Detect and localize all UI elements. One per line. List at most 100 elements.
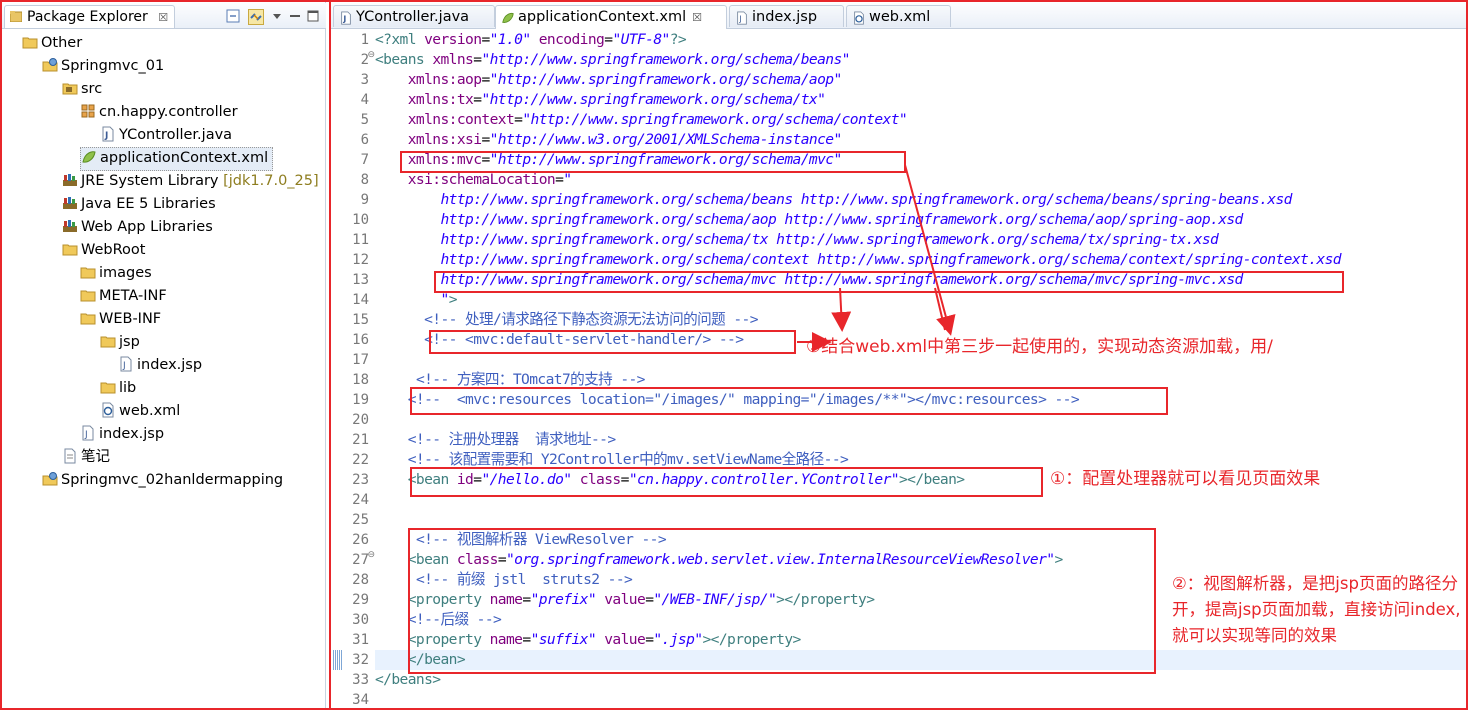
code-line: http://www.springframework.org/schema/ao… — [375, 210, 1244, 230]
code-token: <!-- 注册处理器 请求地址--> — [407, 431, 616, 448]
code-line: xmlns:aop="http://www.springframework.or… — [375, 70, 842, 90]
annotation-note-1: ①：配置处理器就可以看见页面效果 — [1050, 469, 1321, 489]
view-menu-icon[interactable] — [270, 9, 284, 23]
editor-tab[interactable]: Jindex.jsp — [729, 5, 844, 27]
line-number: 12 — [352, 252, 369, 268]
highlight-box-view-resolver — [408, 528, 1156, 674]
line-number: 9 — [360, 192, 369, 208]
tree-item-label: lib — [119, 380, 137, 396]
editor-tab[interactable]: applicationContext.xml ☒ — [495, 5, 727, 29]
tree-item[interactable]: Web App Libraries — [62, 216, 217, 238]
code-line: <beans xmlns="http://www.springframework… — [375, 50, 850, 70]
highlight-box-mvc-resources — [410, 387, 1168, 415]
tree-item[interactable]: WEB-INF — [80, 308, 165, 330]
highlight-box-default-servlet-handler — [429, 330, 796, 354]
tree-item-label: WEB-INF — [99, 311, 162, 327]
line-number: 14 — [352, 292, 369, 308]
folder-icon — [80, 287, 96, 303]
folder-icon — [80, 310, 96, 326]
jsp-file-icon: J — [118, 356, 134, 372]
code-token: http://www.springframework.org/schema/be… — [440, 191, 1293, 208]
code-token: = — [481, 131, 490, 148]
tree-item-label: Springmvc_02hanldermapping — [61, 472, 284, 488]
spring-xml-icon — [501, 10, 515, 24]
minimize-icon[interactable] — [288, 9, 302, 23]
tree-item[interactable]: Springmvc_02hanldermapping — [42, 469, 287, 491]
code-line: xsi:schemaLocation=" — [375, 170, 572, 190]
code-token: = — [481, 71, 490, 88]
line-number: 19 — [352, 392, 369, 408]
fold-toggle-icon[interactable]: ⊖ — [367, 50, 375, 60]
code-token: > — [448, 291, 458, 308]
tree-item[interactable]: Jindex.jsp — [118, 354, 206, 376]
tree-item[interactable]: Springmvc_01 — [42, 55, 168, 77]
editor-tab-label: applicationContext.xml — [518, 9, 687, 25]
tree-item[interactable]: JRE System Library [jdk1.7.0_25] — [62, 170, 323, 192]
code-token: "UTF-8" — [612, 31, 670, 48]
tree-item[interactable]: J YController.java — [100, 124, 236, 146]
svg-text:J: J — [342, 15, 346, 24]
tree-item-label: 笔记 — [81, 449, 110, 465]
package-explorer-icon — [10, 11, 22, 22]
tree-item[interactable]: META-INF — [80, 285, 171, 307]
code-token: xmlns:xsi — [407, 131, 482, 148]
line-number: 33 — [352, 672, 369, 688]
tree-item[interactable]: applicationContext.xml — [80, 147, 274, 171]
xml-file-icon — [100, 402, 116, 418]
code-token: http://www.springframework.org/schema/tx… — [440, 231, 1219, 248]
code-token: " — [563, 171, 572, 188]
maximize-icon[interactable] — [306, 9, 320, 23]
tree-item[interactable]: jsp — [100, 331, 144, 353]
tree-item-label: applicationContext.xml — [100, 150, 269, 166]
editor-tab-label: index.jsp — [752, 9, 818, 25]
editor-tab[interactable]: J YController.java — [333, 5, 495, 27]
xml-file-icon — [852, 10, 866, 25]
library-icon — [62, 195, 78, 211]
tree-item[interactable]: cn.happy.controller — [80, 101, 242, 123]
tree-item-label: Springmvc_01 — [61, 58, 165, 74]
tree-item[interactable]: 笔记 — [62, 446, 114, 468]
link-with-editor-icon[interactable] — [248, 9, 264, 25]
tree-item[interactable]: images — [80, 262, 156, 284]
code-token: ?> — [669, 31, 687, 48]
tree-item-label: cn.happy.controller — [99, 104, 238, 120]
fold-toggle-icon[interactable]: ⊖ — [367, 550, 375, 560]
annotation-frame-divider — [329, 0, 331, 710]
line-number: 1 — [360, 32, 369, 48]
tree-item-label: WebRoot — [81, 242, 146, 258]
tree-item[interactable]: lib — [100, 377, 140, 399]
tree-item[interactable]: Other — [22, 32, 86, 54]
tree-item[interactable]: src — [62, 78, 106, 100]
editor-tab[interactable]: web.xml — [846, 5, 951, 27]
line-number: 21 — [352, 432, 369, 448]
tree-item[interactable]: Jindex.jsp — [80, 423, 168, 445]
tree-item[interactable]: WebRoot — [62, 239, 149, 261]
close-icon[interactable]: ☒ — [158, 11, 168, 24]
java-file-icon: J — [100, 126, 116, 142]
tree-item[interactable]: web.xml — [100, 400, 184, 422]
line-number: 25 — [352, 512, 369, 528]
collapse-all-icon[interactable] — [226, 9, 240, 23]
line-number: 26 — [352, 532, 369, 548]
code-line: "> — [375, 290, 458, 310]
tree-item[interactable]: Java EE 5 Libraries — [62, 193, 220, 215]
line-number: 6 — [360, 132, 369, 148]
svg-text:J: J — [104, 131, 108, 141]
editor-tab-label: YController.java — [356, 9, 470, 25]
package-explorer-tab[interactable]: Package Explorer ☒ — [4, 5, 176, 28]
line-number: 28 — [352, 572, 369, 588]
line-number: 23 — [352, 472, 369, 488]
code-token: " — [440, 291, 450, 308]
close-icon[interactable]: ☒ — [692, 11, 702, 24]
annotation-ruler — [331, 30, 339, 710]
code-token: <beans — [375, 51, 433, 68]
